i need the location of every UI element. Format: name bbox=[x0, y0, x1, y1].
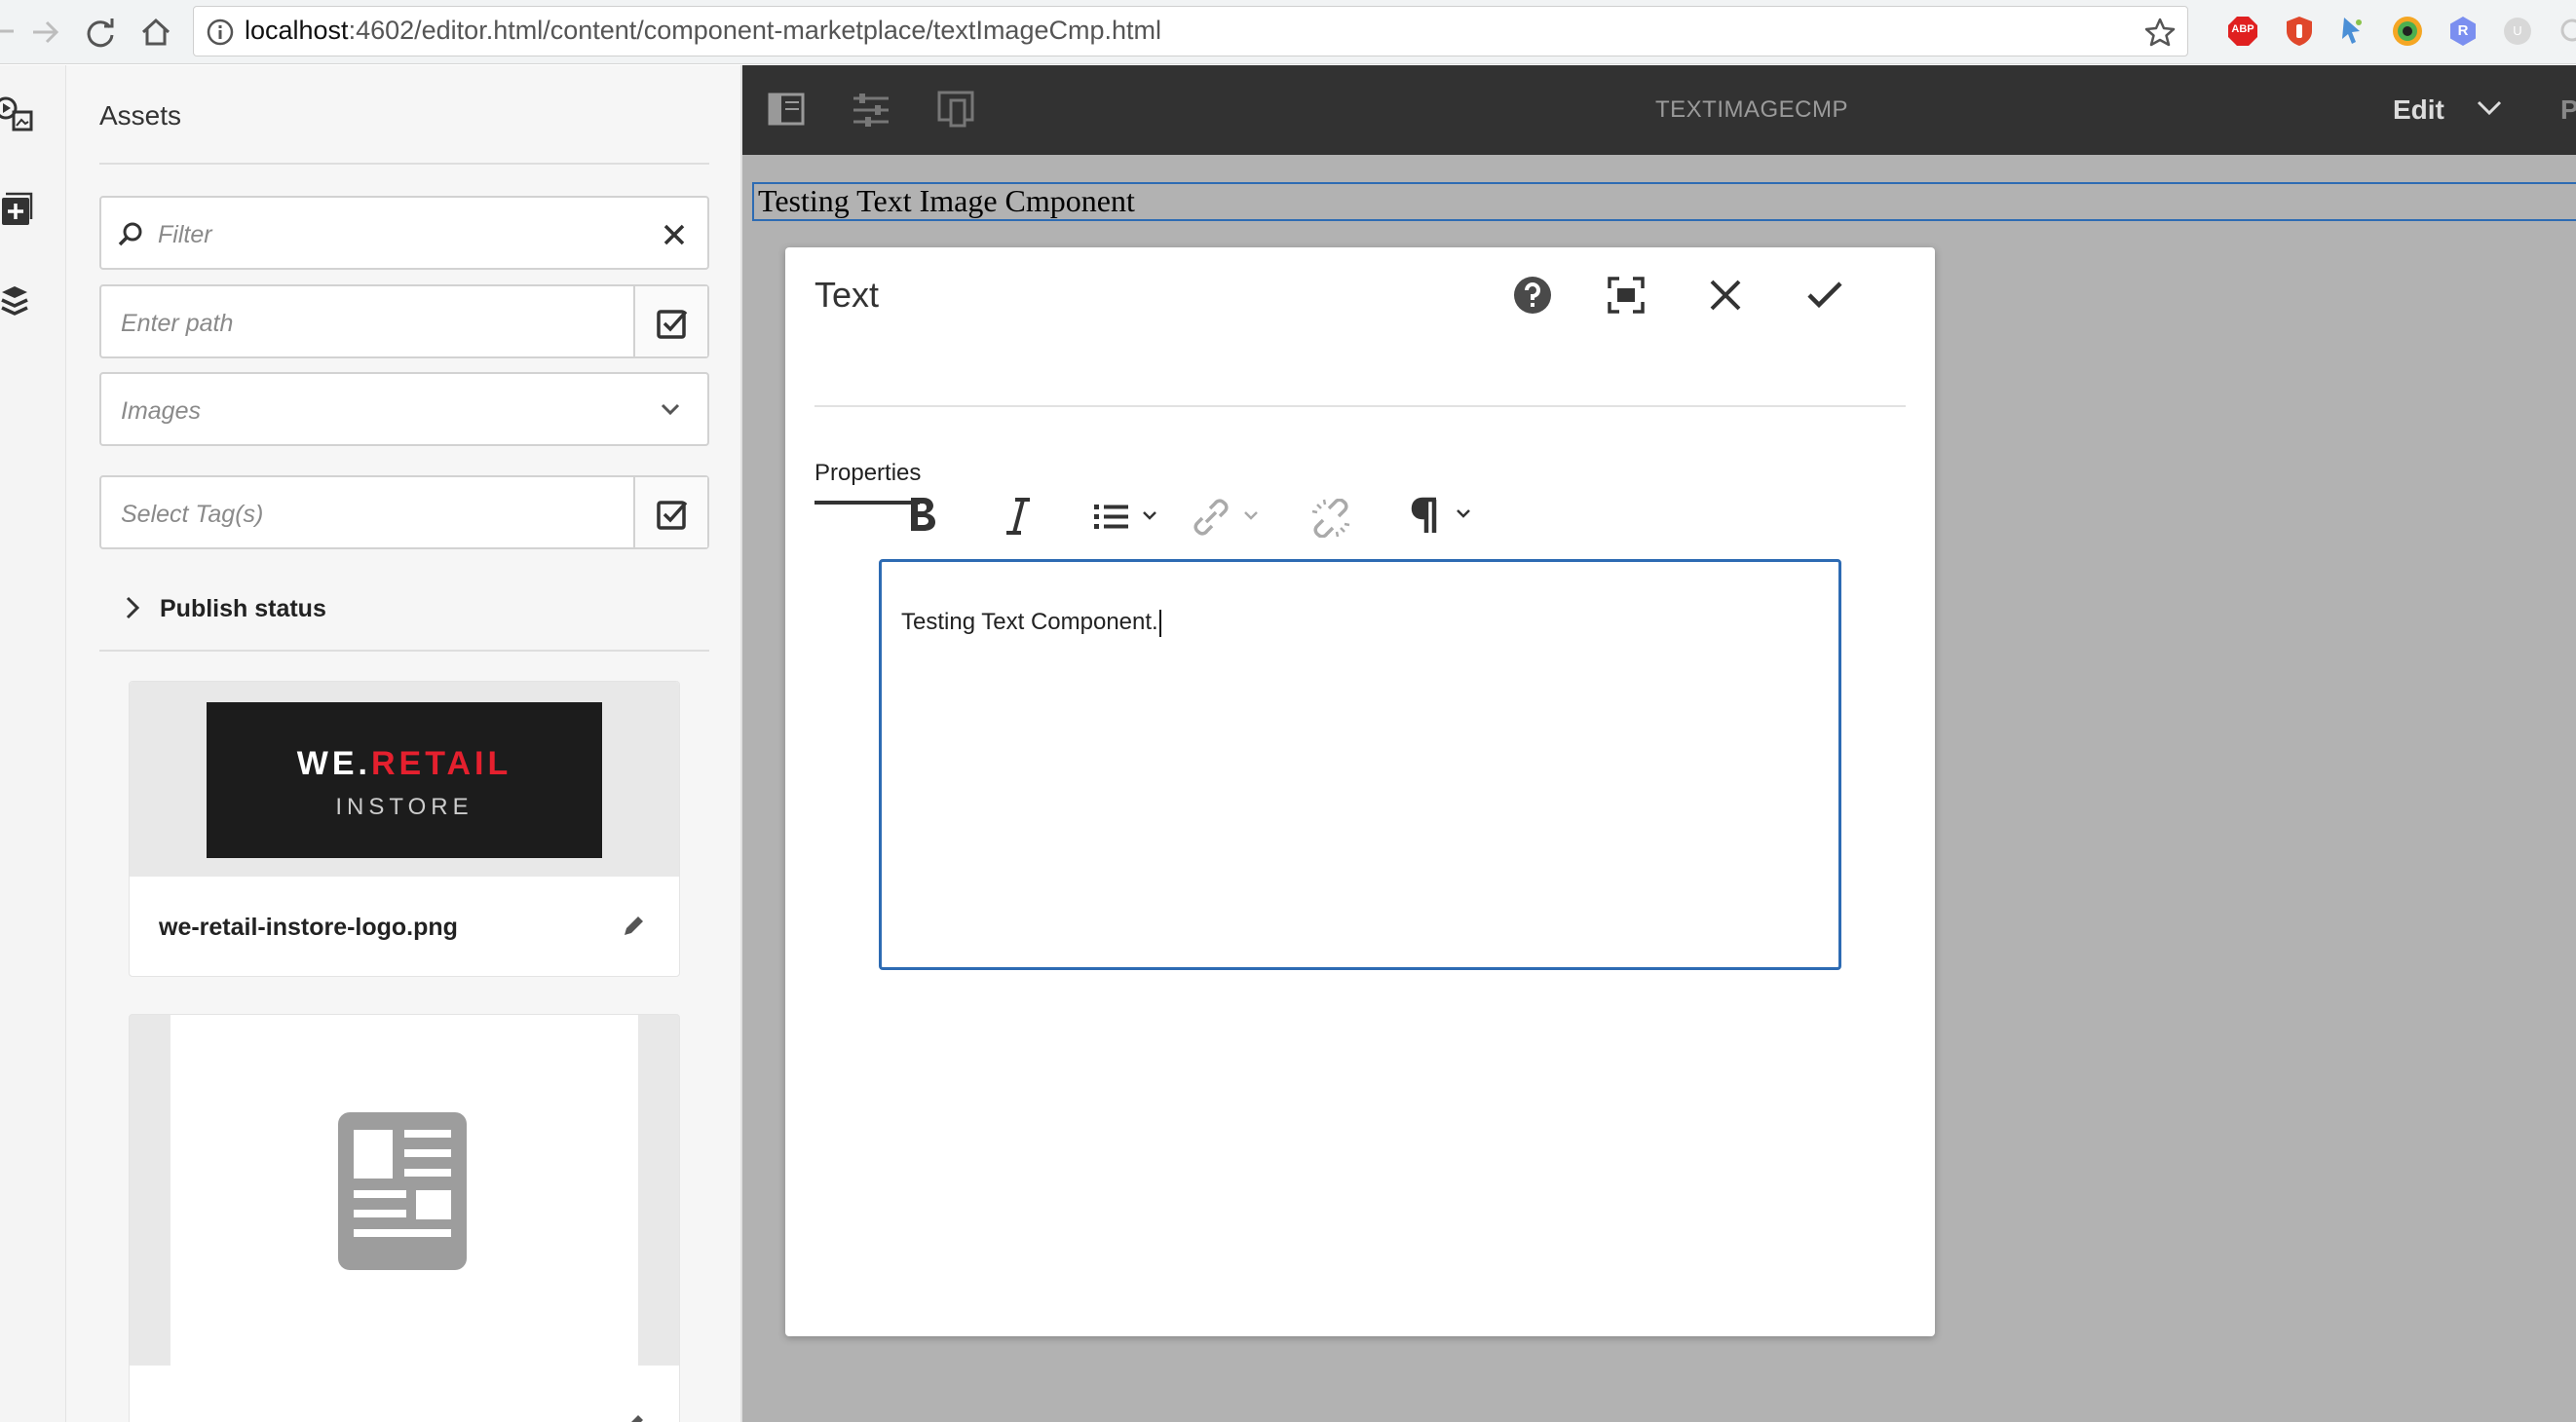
editor-toolbar: TEXTIMAGECMP Edit P bbox=[742, 65, 2576, 155]
path-browse-button[interactable] bbox=[633, 286, 707, 356]
panel-title: Assets bbox=[99, 100, 182, 131]
rte-content: Testing Text Component. bbox=[901, 609, 1161, 637]
list-dropdown-icon[interactable] bbox=[1093, 503, 1163, 532]
checkbox-select-icon bbox=[656, 498, 689, 531]
url-host: localhost bbox=[245, 16, 349, 45]
asset-name: we-retail-instore-logo.png bbox=[159, 914, 458, 941]
u-extension-icon[interactable]: U bbox=[2502, 16, 2533, 47]
paragraph-format-icon[interactable] bbox=[1411, 497, 1477, 536]
bold-icon[interactable] bbox=[906, 495, 939, 534]
tags-placeholder: Select Tag(s) bbox=[121, 501, 264, 528]
assets-side-panel: Assets Filter Enter path Images Select T… bbox=[66, 65, 742, 1422]
edit-mode-dropdown[interactable]: Edit bbox=[2393, 91, 2539, 130]
edit-pencil-icon[interactable] bbox=[621, 914, 646, 939]
help-icon[interactable] bbox=[1512, 275, 1553, 316]
text-cursor bbox=[1158, 609, 1161, 637]
panel-divider bbox=[99, 650, 709, 652]
rte-text: Testing Text Component. bbox=[901, 609, 1158, 635]
u-extension-label: U bbox=[2513, 23, 2522, 38]
done-check-icon[interactable] bbox=[1806, 281, 1843, 310]
bookmark-star-icon[interactable] bbox=[2144, 17, 2176, 48]
close-icon[interactable] bbox=[1709, 279, 1742, 312]
tags-field[interactable]: Select Tag(s) bbox=[99, 475, 709, 549]
asset-thumbnail-area bbox=[170, 1015, 638, 1366]
we-retail-logo-image: WE.RETAIL INSTORE bbox=[207, 702, 602, 858]
chevron-down-icon bbox=[661, 403, 680, 417]
rich-text-editor[interactable]: Testing Text Component. bbox=[879, 559, 1841, 970]
logo-word-instore: INSTORE bbox=[335, 794, 474, 820]
dialog-title: Text bbox=[814, 275, 880, 315]
italic-icon[interactable] bbox=[1005, 497, 1031, 536]
asset-name: cover bbox=[159, 1414, 224, 1422]
r-extension-label: R bbox=[2457, 22, 2469, 39]
adblock-extension-icon[interactable]: ABP bbox=[2227, 16, 2258, 47]
link-dropdown-icon[interactable] bbox=[1193, 499, 1265, 536]
info-icon[interactable] bbox=[206, 18, 235, 47]
url-path: :4602/editor.html/content/component-mark… bbox=[348, 16, 1161, 45]
fullscreen-icon[interactable] bbox=[1608, 277, 1645, 314]
document-placeholder-icon bbox=[338, 1112, 467, 1270]
browser-toolbar: localhost:4602/editor.html/content/compo… bbox=[0, 0, 2576, 64]
shield-extension-icon[interactable] bbox=[2284, 15, 2315, 48]
asset-type-value: Images bbox=[121, 397, 201, 425]
logo-word-we: WE. bbox=[296, 745, 371, 782]
eye-extension-icon[interactable] bbox=[2391, 15, 2424, 48]
asset-card[interactable]: cover bbox=[129, 1014, 680, 1422]
search-icon bbox=[117, 221, 144, 248]
publish-status-label: Publish status bbox=[160, 595, 326, 622]
tags-picker-button[interactable] bbox=[633, 477, 707, 547]
dialog-divider bbox=[814, 405, 1906, 407]
publish-status-toggle[interactable]: Publish status bbox=[125, 589, 670, 628]
filter-placeholder: Filter bbox=[158, 221, 212, 248]
active-tab-indicator bbox=[814, 501, 920, 505]
asset-type-select[interactable]: Images bbox=[99, 372, 709, 446]
reload-icon[interactable] bbox=[84, 16, 117, 49]
asset-card[interactable]: WE.RETAIL INSTORE we-retail-instore-logo… bbox=[129, 681, 680, 977]
components-rail-icon[interactable] bbox=[0, 190, 33, 227]
home-icon[interactable] bbox=[138, 15, 173, 50]
unlink-icon[interactable] bbox=[1311, 499, 1350, 538]
assets-rail-icon[interactable] bbox=[0, 96, 35, 137]
adblock-extension-label: ABP bbox=[2231, 23, 2254, 35]
preview-button-label[interactable]: P bbox=[2560, 94, 2576, 126]
path-placeholder: Enter path bbox=[121, 310, 234, 337]
url-text: localhost:4602/editor.html/content/compo… bbox=[245, 16, 1161, 46]
logo-word-retail: RETAIL bbox=[370, 745, 512, 782]
panel-divider bbox=[99, 163, 709, 165]
left-rail bbox=[0, 65, 66, 1422]
text-edit-dialog: Text Properties Testing Text Component. bbox=[785, 247, 1935, 1336]
text-image-component[interactable]: Testing Text Image Cmponent bbox=[752, 182, 2576, 221]
tab-properties[interactable]: Properties bbox=[814, 460, 921, 487]
address-bar[interactable]: localhost:4602/editor.html/content/compo… bbox=[193, 6, 2188, 56]
search-extension-icon[interactable] bbox=[2558, 18, 2576, 47]
back-icon[interactable] bbox=[0, 14, 16, 49]
content-tree-rail-icon[interactable] bbox=[0, 283, 31, 318]
path-field[interactable]: Enter path bbox=[99, 284, 709, 358]
checkbox-select-icon bbox=[656, 307, 689, 340]
editor-page-title: TEXTIMAGECMP bbox=[1654, 96, 1848, 123]
edit-mode-label: Edit bbox=[2393, 94, 2444, 125]
chevron-right-icon bbox=[125, 595, 140, 620]
asset-thumbnail-area: WE.RETAIL INSTORE bbox=[130, 682, 679, 877]
page-editor: TEXTIMAGECMP Edit P Testing Text Image C… bbox=[742, 65, 2576, 1422]
chevron-down-icon bbox=[2477, 100, 2502, 116]
page-component-text: Testing Text Image Cmponent bbox=[758, 183, 1135, 218]
forward-icon[interactable] bbox=[29, 16, 62, 49]
filter-input[interactable]: Filter bbox=[99, 196, 709, 270]
cursor-extension-icon[interactable] bbox=[2338, 15, 2366, 48]
r-extension-icon[interactable]: R bbox=[2447, 16, 2479, 47]
edit-pencil-icon[interactable] bbox=[621, 1412, 646, 1422]
clear-filter-icon[interactable] bbox=[663, 223, 686, 246]
